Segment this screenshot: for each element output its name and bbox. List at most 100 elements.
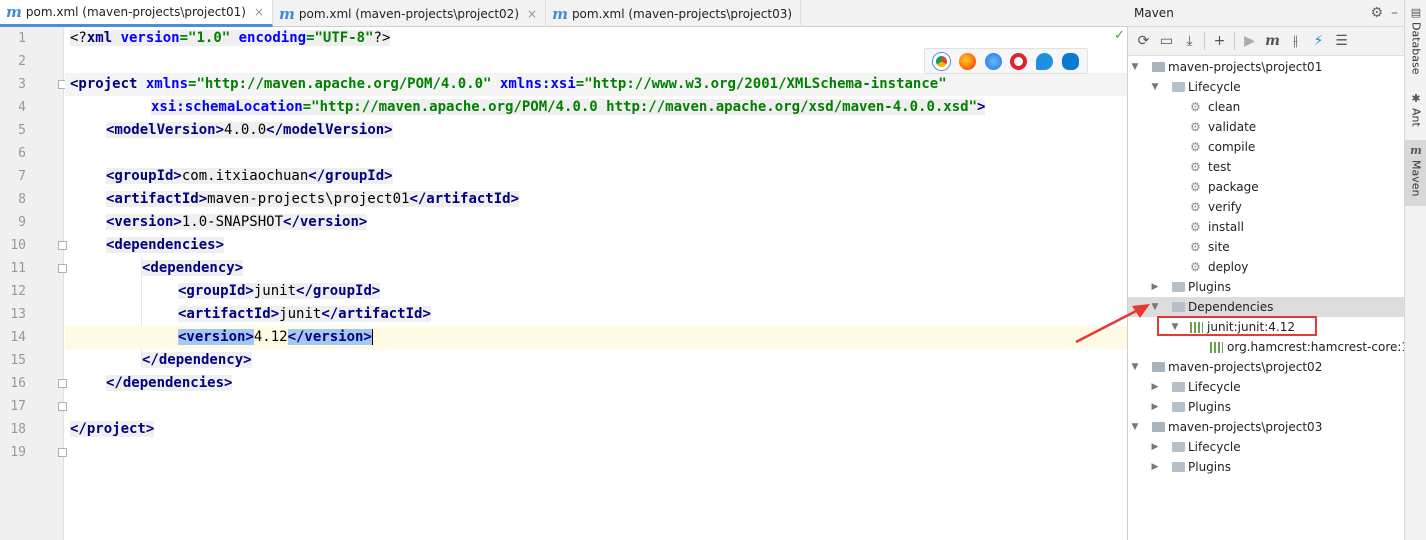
code-line-12: <groupId>junit</groupId>: [178, 283, 381, 299]
side-tab-ant[interactable]: ✱ Ant: [1405, 88, 1426, 132]
line-number: 13: [10, 307, 26, 322]
folder-icon: [1172, 402, 1185, 412]
line-number: 10: [10, 238, 26, 253]
folder-icon: [1172, 302, 1185, 312]
code-editor[interactable]: <?xml version="1.0" encoding="UTF-8"?> <…: [65, 27, 1127, 540]
line-number: 3: [18, 77, 26, 92]
code-line-9: <version>1.0-SNAPSHOT</version>: [106, 214, 368, 230]
minimize-icon[interactable]: –: [1391, 5, 1398, 21]
toggle-offline-icon[interactable]: ⫲: [1284, 30, 1307, 52]
chevron-down-icon[interactable]: ▼: [1130, 417, 1140, 437]
chevron-down-icon[interactable]: ▼: [1130, 357, 1140, 377]
collapse-all-icon[interactable]: ☰: [1330, 30, 1353, 52]
tree-lifecycle[interactable]: ▼ Lifecycle: [1128, 77, 1404, 97]
firefox-icon[interactable]: [958, 52, 976, 70]
inspection-ok-icon: ✓: [1114, 28, 1125, 43]
tree-plugins[interactable]: ▶ Plugins: [1128, 397, 1404, 417]
line-number: 2: [18, 54, 26, 69]
tree-goal-verify[interactable]: ⚙ verify: [1128, 197, 1404, 217]
tree-goal-compile[interactable]: ⚙ compile: [1128, 137, 1404, 157]
tab-pom-project03[interactable]: m pom.xml (maven-projects\project03): [546, 0, 802, 27]
maven-icon: m: [1410, 144, 1422, 157]
tree-goal-clean[interactable]: ⚙ clean: [1128, 97, 1404, 117]
chevron-right-icon[interactable]: ▶: [1150, 457, 1160, 477]
tab-label: pom.xml (maven-projects\project01): [25, 5, 246, 19]
side-tab-database[interactable]: ▤ Database: [1405, 2, 1426, 78]
maven-module-icon: [1152, 362, 1165, 372]
maven-file-icon: m: [279, 4, 295, 23]
tree-goal-site[interactable]: ⚙ site: [1128, 237, 1404, 257]
opera-icon[interactable]: [1010, 52, 1028, 70]
chevron-right-icon[interactable]: ▶: [1150, 397, 1160, 417]
tree-project03[interactable]: ▼ maven-projects\project03: [1128, 417, 1404, 437]
tab-label: pom.xml (maven-projects\project03): [571, 6, 793, 21]
line-number: 6: [18, 146, 26, 161]
folder-icon: [1172, 382, 1185, 392]
code-line-13: <artifactId>junit</artifactId>: [178, 306, 431, 322]
tree-project02[interactable]: ▼ maven-projects\project02: [1128, 357, 1404, 377]
side-tab-maven[interactable]: m Maven: [1405, 140, 1426, 206]
download-icon[interactable]: ⤓: [1178, 30, 1201, 52]
code-line-5: <modelVersion>4.0.0</modelVersion>: [106, 122, 393, 138]
chevron-down-icon[interactable]: ▼: [1150, 77, 1160, 97]
highlight-box-annotation: [1157, 316, 1317, 336]
ie-icon[interactable]: [1035, 52, 1053, 70]
skip-tests-icon[interactable]: ⚡: [1307, 30, 1330, 52]
line-number: 11: [10, 261, 26, 276]
tab-label: pom.xml (maven-projects\project02): [298, 6, 519, 21]
code-line-11: <dependency>: [142, 260, 244, 276]
tree-lifecycle[interactable]: ▶ Lifecycle: [1128, 377, 1404, 397]
chrome-icon[interactable]: [933, 52, 951, 70]
tree-goal-validate[interactable]: ⚙ validate: [1128, 117, 1404, 137]
ide-window: m pom.xml (maven-projects\project01) × m…: [0, 0, 1426, 540]
code-line-18: </project>: [70, 421, 155, 437]
chevron-right-icon[interactable]: ▶: [1150, 437, 1160, 457]
folder-icon: [1172, 282, 1185, 292]
maven-header: Maven ⚙ –: [1128, 0, 1404, 27]
line-number: 19: [10, 445, 26, 460]
gear-icon: ⚙: [1190, 100, 1201, 114]
folder-icon: [1172, 82, 1185, 92]
tab-pom-project01[interactable]: m pom.xml (maven-projects\project01) ×: [0, 0, 274, 27]
tree-goal-test[interactable]: ⚙ test: [1128, 157, 1404, 177]
chevron-right-icon[interactable]: ▶: [1150, 277, 1160, 297]
line-number: 8: [18, 192, 26, 207]
close-icon[interactable]: ×: [254, 5, 264, 19]
gear-icon: ⚙: [1190, 160, 1201, 174]
maven-module-icon: [1152, 62, 1165, 72]
line-number: 17: [10, 399, 26, 414]
safari-icon[interactable]: [984, 52, 1002, 70]
maven-module-icon: [1152, 422, 1165, 432]
chevron-right-icon[interactable]: ▶: [1150, 377, 1160, 397]
code-line-3: <project xmlns="http://maven.apache.org/…: [65, 73, 1127, 96]
add-icon[interactable]: +: [1208, 30, 1231, 52]
gear-icon: ⚙: [1190, 220, 1201, 234]
tab-pom-project02[interactable]: m pom.xml (maven-projects\project02) ×: [273, 0, 547, 27]
code-line-16: </dependencies>: [106, 375, 233, 391]
tree-dependency-hamcrest[interactable]: org.hamcrest:hamcrest-core:1.: [1128, 337, 1413, 357]
tree-goal-package[interactable]: ⚙ package: [1128, 177, 1404, 197]
database-icon: ▤: [1410, 6, 1422, 19]
tree-goal-install[interactable]: ⚙ install: [1128, 217, 1404, 237]
chevron-down-icon[interactable]: ▼: [1130, 57, 1140, 77]
tree-project01[interactable]: ▼ maven-projects\project01: [1128, 57, 1404, 77]
tree-lifecycle[interactable]: ▶ Lifecycle: [1128, 437, 1404, 457]
red-arrow-annotation: [1075, 304, 1150, 344]
edge-icon[interactable]: [1061, 52, 1079, 70]
gear-icon: ⚙: [1190, 140, 1201, 154]
execute-goal-icon[interactable]: m: [1261, 30, 1284, 52]
tree-goal-deploy[interactable]: ⚙ deploy: [1128, 257, 1404, 277]
tree-dependencies[interactable]: ▼ Dependencies: [1128, 297, 1404, 317]
library-icon: [1210, 342, 1223, 353]
reload-icon[interactable]: ⟳: [1132, 30, 1155, 52]
line-number: 12: [10, 284, 26, 299]
add-folder-icon[interactable]: ▭: [1155, 30, 1178, 52]
run-icon[interactable]: ▶: [1238, 30, 1261, 52]
close-icon[interactable]: ×: [527, 7, 537, 21]
code-line-7: <groupId>com.itxiaochuan</groupId>: [106, 168, 393, 184]
code-line-8: <artifactId>maven-projects\project01</ar…: [106, 191, 520, 207]
tree-plugins[interactable]: ▶ Plugins: [1128, 277, 1404, 297]
maven-file-icon: m: [6, 3, 22, 21]
tree-plugins[interactable]: ▶ Plugins: [1128, 457, 1404, 477]
gear-icon[interactable]: ⚙: [1370, 5, 1383, 21]
